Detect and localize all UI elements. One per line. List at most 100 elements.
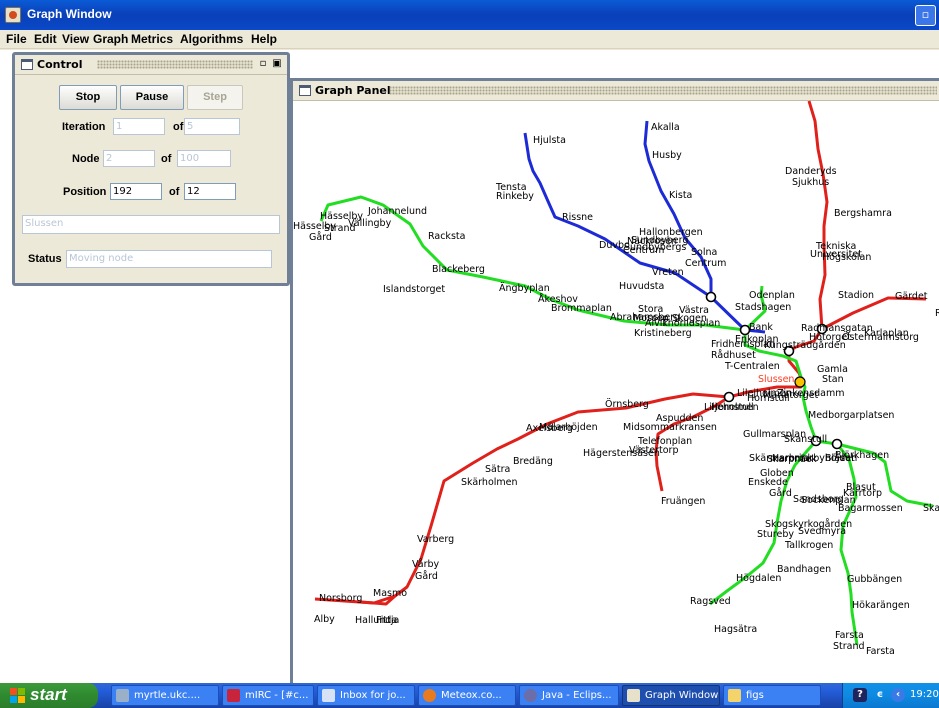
frame-icon	[21, 59, 33, 70]
step-button[interactable]: Step	[187, 85, 243, 110]
station-label: Östermalmstorg	[842, 332, 919, 343]
window-titlebar[interactable]: Graph Window ▫	[0, 0, 939, 30]
firefox-icon	[423, 689, 436, 702]
transfer-node[interactable]	[831, 438, 843, 450]
transfer-node[interactable]	[723, 391, 735, 403]
station-label: Svedmyra	[798, 526, 846, 537]
taskbar: start myrtle.ukc.... mIRC - [#c... Inbox…	[0, 683, 939, 708]
station-label: Vårby	[412, 559, 440, 570]
node-of-label: of	[161, 153, 172, 165]
position-field[interactable]: 192	[110, 183, 162, 200]
station-label: Islandstorget	[383, 284, 445, 295]
task-label: figs	[746, 690, 764, 701]
station-label: Kungsträdgården	[764, 340, 846, 351]
station-label: Racksta	[428, 231, 465, 242]
station-label: Midsommarkransen	[623, 422, 717, 433]
station-label: R	[935, 308, 939, 319]
task-graph-window[interactable]: Graph Window	[622, 685, 720, 706]
station-label: Rissne	[562, 212, 593, 223]
task-mirc[interactable]: mIRC - [#c...	[222, 685, 314, 706]
menu-algorithms[interactable]: Algorithms	[180, 32, 243, 46]
window-controls-button[interactable]: ▫	[915, 5, 936, 26]
iteration-total-field[interactable]: 5	[184, 118, 240, 135]
volume-icon[interactable]: ‹	[891, 688, 905, 702]
station-label: Örnsberg	[605, 399, 649, 410]
control-titlebar[interactable]: Control ▫ ▣	[15, 55, 287, 75]
stop-button[interactable]: Stop	[59, 85, 117, 110]
station-label: Solna	[691, 247, 717, 258]
station-label: Centrum	[685, 258, 726, 269]
metro-graph-canvas[interactable]: AkallaHjulstaHusbyDanderydsSjukhusTensta…	[293, 81, 939, 683]
station-label: Stureby	[757, 529, 794, 540]
station-label: Kristineberg	[634, 328, 692, 339]
task-figs[interactable]: figs	[723, 685, 821, 706]
selected-node-field[interactable]: Slussen	[22, 215, 280, 234]
menu-edit[interactable]: Edit	[34, 32, 57, 46]
position-of-label: of	[169, 186, 180, 198]
station-label: Danderyds	[785, 166, 837, 177]
control-title: Control	[37, 58, 83, 71]
task-myrtle[interactable]: myrtle.ukc....	[111, 685, 219, 706]
station-label: Farsta	[835, 630, 864, 641]
station-label: Sätra	[485, 464, 510, 475]
iteration-field[interactable]: 1	[113, 118, 165, 135]
station-label: Bagarmossen	[838, 503, 903, 514]
menu-help[interactable]: Help	[251, 32, 277, 46]
start-label: start	[30, 685, 67, 704]
menu-view[interactable]: View	[62, 32, 89, 46]
station-label: Rinkeby	[496, 191, 534, 202]
station-label: Kista	[669, 190, 692, 201]
menu-bar: File Edit View Graph Metrics Algorithms …	[0, 30, 939, 49]
task-meteox[interactable]: Meteox.co...	[418, 685, 516, 706]
station-label: Bredäng	[513, 456, 553, 467]
task-inbox[interactable]: Inbox for jo...	[317, 685, 415, 706]
station-label: Hökarängen	[852, 600, 910, 611]
task-label: Graph Window	[645, 690, 719, 701]
station-label: Gård	[309, 232, 332, 243]
station-label: Bandhagen	[777, 564, 831, 575]
start-button[interactable]: start	[0, 683, 98, 708]
station-label: Odenplan	[749, 290, 795, 301]
iteration-of-label: of	[173, 121, 184, 133]
position-total-field[interactable]: 12	[184, 183, 236, 200]
node-field[interactable]: 2	[103, 150, 155, 167]
maximize-icon[interactable]: ▣	[271, 58, 283, 70]
station-label: Fruängen	[661, 496, 705, 507]
pause-button[interactable]: Pause	[120, 85, 184, 110]
selected-node-slussen[interactable]	[794, 376, 806, 388]
station-label: T-Centralen	[724, 361, 780, 372]
station-label: Bank	[749, 322, 773, 333]
task-eclipse[interactable]: Java - Eclips...	[519, 685, 619, 706]
station-label: Huvudsta	[619, 281, 664, 292]
windows-logo-icon	[10, 688, 25, 703]
mirc-icon	[227, 689, 240, 702]
highlighted-node-label: Slussen	[758, 374, 794, 385]
station-label: Vreten	[652, 267, 684, 278]
task-label: mIRC - [#c...	[245, 690, 309, 701]
network-icon[interactable]: ϵ	[873, 688, 887, 702]
menu-graph[interactable]: Graph	[93, 32, 128, 46]
station-label: Ragsved	[690, 596, 731, 607]
iteration-label: Iteration	[62, 121, 106, 133]
window-title: Graph Window	[27, 7, 112, 21]
help-icon[interactable]: ?	[853, 688, 867, 702]
station-label: Enskede	[748, 477, 788, 488]
station-label: Varberg	[417, 534, 454, 545]
station-label: Fittja	[376, 615, 399, 626]
mail-icon	[322, 689, 335, 702]
minimize-icon[interactable]: ▫	[257, 58, 269, 70]
menu-metrics[interactable]: Metrics	[131, 32, 173, 46]
node-total-field[interactable]: 100	[177, 150, 231, 167]
folder-icon	[728, 689, 741, 702]
status-field: Moving node	[66, 250, 272, 268]
station-label: Gård	[415, 571, 438, 582]
clock: 19:20	[910, 689, 939, 700]
java-app-icon	[5, 7, 21, 23]
transfer-node[interactable]	[705, 291, 717, 303]
task-label: myrtle.ukc....	[134, 690, 201, 701]
station-label: Skärholmen	[461, 477, 518, 488]
menu-file[interactable]: File	[6, 32, 27, 46]
station-label: Gubbängen	[847, 574, 902, 585]
status-label: Status	[28, 253, 62, 265]
title-grip	[97, 60, 253, 69]
